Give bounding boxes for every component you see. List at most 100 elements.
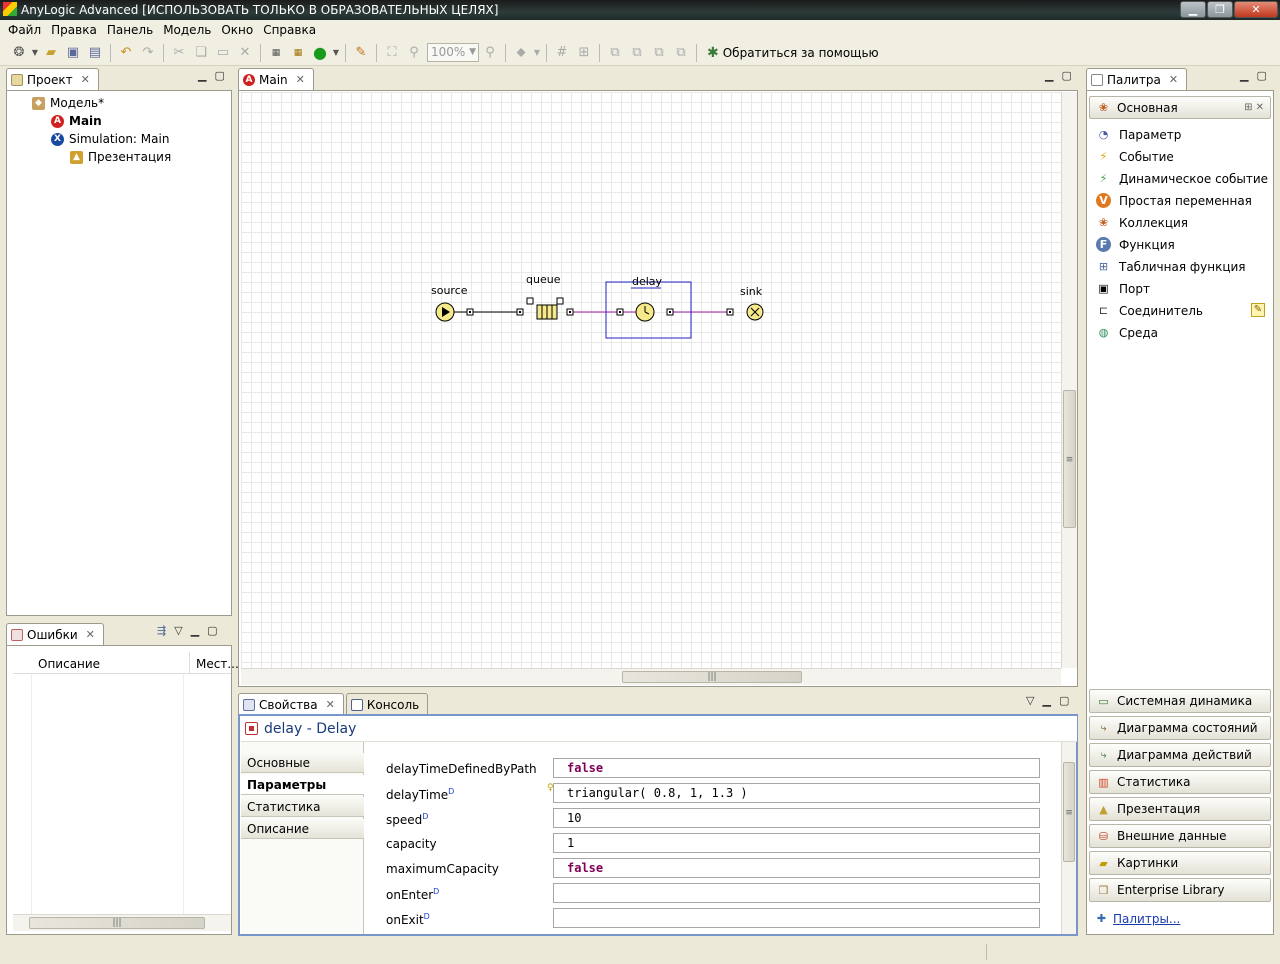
menu-model[interactable]: Модель bbox=[159, 23, 217, 37]
tree-item-presentation[interactable]: ▲ Презентация bbox=[70, 150, 171, 164]
filter-icon[interactable]: ⇶ bbox=[157, 624, 166, 637]
palette-section-presentation[interactable]: ▲ Презентация bbox=[1089, 797, 1271, 821]
palette-item-event[interactable]: ⚡ Событие bbox=[1096, 149, 1174, 164]
palette-section-main[interactable]: ❀ Основная ⊞ ✕ bbox=[1089, 96, 1271, 119]
cut-icon[interactable]: ✂ bbox=[168, 42, 190, 64]
arrange-front-icon[interactable]: ⧉ bbox=[604, 42, 626, 64]
delay-label[interactable]: delay bbox=[632, 275, 662, 288]
tree-item-main[interactable]: A Main bbox=[51, 114, 102, 128]
source-label[interactable]: source bbox=[431, 284, 468, 297]
save-icon[interactable]: ▣ bbox=[62, 42, 84, 64]
palette-section-statechart[interactable]: ⤷ Диаграмма состояний bbox=[1089, 716, 1271, 740]
errors-hscrollbar[interactable]: ||| bbox=[13, 914, 231, 931]
maximize-view-icon[interactable]: ▢ bbox=[1059, 694, 1069, 707]
save-all-icon[interactable]: ▤ bbox=[84, 42, 106, 64]
palette-item-function[interactable]: F Функция bbox=[1096, 237, 1175, 252]
palettes-link[interactable]: ✚ Палитры... bbox=[1094, 911, 1180, 926]
menu-edit[interactable]: Правка bbox=[47, 23, 103, 37]
grid-icon[interactable]: # bbox=[551, 42, 573, 64]
edit-mode-icon[interactable]: ✎ bbox=[1251, 303, 1265, 317]
prop-field-speed[interactable]: 10 bbox=[553, 808, 1040, 828]
minimize-view-icon[interactable]: ▁ bbox=[1240, 69, 1248, 82]
prop-field-onEnter[interactable] bbox=[553, 883, 1040, 903]
diagram-canvas[interactable]: source queue delay sink bbox=[241, 92, 1061, 668]
tab-project[interactable]: Проект ✕ bbox=[6, 68, 99, 90]
pin-dropdown-icon[interactable]: ▼ bbox=[532, 42, 542, 64]
sink-label[interactable]: sink bbox=[740, 285, 762, 298]
palette-item-collection[interactable]: ❀ Коллекция bbox=[1096, 215, 1188, 230]
debug-icon[interactable]: ✎ bbox=[350, 42, 372, 64]
run-dropdown-icon[interactable]: ▼ bbox=[331, 42, 341, 64]
tab-properties[interactable]: Свойства ✕ bbox=[238, 693, 344, 715]
close-icon[interactable]: ✕ bbox=[81, 73, 90, 86]
zoom-select[interactable]: 100% ▼ bbox=[427, 43, 479, 62]
maximize-view-icon[interactable]: ▢ bbox=[1256, 69, 1266, 82]
palette-item-parameter[interactable]: ◔ Параметр bbox=[1096, 127, 1182, 142]
palette-section-action-chart[interactable]: ⤷ Диаграмма действий bbox=[1089, 743, 1271, 767]
prop-field-onExit[interactable] bbox=[553, 908, 1040, 928]
maximize-view-icon[interactable]: ▢ bbox=[1061, 69, 1071, 82]
tree-item-simulation[interactable]: X Simulation: Main bbox=[51, 132, 169, 146]
palette-item-table-function[interactable]: ⊞ Табличная функция bbox=[1096, 259, 1246, 274]
tab-console[interactable]: Консоль bbox=[345, 693, 429, 715]
palette-section-external-data[interactable]: ⛁ Внешние данные bbox=[1089, 824, 1271, 848]
minimize-view-icon[interactable]: ▁ bbox=[191, 624, 199, 637]
tab-main[interactable]: A Main ✕ bbox=[238, 68, 314, 90]
close-icon[interactable]: ✕ bbox=[1169, 73, 1178, 86]
menu-window[interactable]: Окно bbox=[217, 23, 259, 37]
view-menu-icon[interactable]: ▽ bbox=[174, 624, 182, 637]
prop-field-capacity[interactable]: 1 bbox=[553, 833, 1040, 853]
snap-icon[interactable]: ⊞ bbox=[573, 42, 595, 64]
menu-file[interactable]: Файл bbox=[4, 23, 47, 37]
palette-item-dynamic-event[interactable]: ⚡ Динамическое событие bbox=[1096, 171, 1268, 186]
editor-vscrollbar[interactable]: ≡ bbox=[1061, 92, 1077, 668]
tree-item-model[interactable]: ◆ Модель* bbox=[32, 96, 104, 110]
palette-item-environment[interactable]: ◍ Среда bbox=[1096, 325, 1158, 340]
new-model-icon[interactable]: ❂ bbox=[8, 42, 30, 64]
menu-help[interactable]: Справка bbox=[259, 23, 322, 37]
minimize-button[interactable]: ▁ bbox=[1180, 1, 1206, 18]
palette-item-port[interactable]: ▣ Порт bbox=[1096, 281, 1150, 296]
delete-icon[interactable]: ✕ bbox=[234, 42, 256, 64]
redo-icon[interactable]: ↷ bbox=[137, 42, 159, 64]
palette-item-connector[interactable]: ⊏ Соединитель bbox=[1096, 303, 1203, 318]
maximize-view-icon[interactable]: ▢ bbox=[214, 69, 224, 82]
prop-field-delayTime[interactable]: triangular( 0.8, 1, 1.3 ) bbox=[553, 783, 1040, 803]
view-menu-icon[interactable]: ▽ bbox=[1026, 694, 1034, 707]
close-icon[interactable]: ✕ bbox=[86, 628, 95, 641]
nav-statistics[interactable]: Статистика bbox=[241, 797, 364, 817]
group-icon[interactable]: ⧉ bbox=[648, 42, 670, 64]
undo-icon[interactable]: ↶ bbox=[115, 42, 137, 64]
tab-errors[interactable]: Ошибки ✕ bbox=[6, 623, 104, 645]
build-icon[interactable]: ▦ bbox=[265, 42, 287, 64]
menu-panel[interactable]: Панель bbox=[103, 23, 159, 37]
section-view-icon[interactable]: ⊞ ✕ bbox=[1244, 102, 1264, 113]
close-icon[interactable]: ✕ bbox=[296, 73, 305, 86]
ungroup-icon[interactable]: ⧉ bbox=[670, 42, 692, 64]
scroll-thumb[interactable]: ||| bbox=[622, 671, 802, 683]
scroll-thumb[interactable]: ≡ bbox=[1063, 390, 1076, 528]
open-icon[interactable]: ▰ bbox=[40, 42, 62, 64]
new-dropdown-icon[interactable]: ▼ bbox=[30, 42, 40, 64]
minimize-view-icon[interactable]: ▁ bbox=[198, 69, 206, 82]
build-all-icon[interactable]: ▦ bbox=[287, 42, 309, 64]
scroll-thumb[interactable]: ||| bbox=[29, 917, 205, 929]
prop-field-delayTimeDefinedByPath[interactable]: false bbox=[553, 758, 1040, 778]
help-button[interactable]: ✱ Обратиться за помощью bbox=[707, 45, 879, 61]
scroll-thumb[interactable]: ≡ bbox=[1063, 762, 1075, 862]
minimize-view-icon[interactable]: ▁ bbox=[1045, 69, 1053, 82]
zoom-out-icon[interactable]: ⚲ bbox=[403, 42, 425, 64]
paste-icon[interactable]: ▭ bbox=[212, 42, 234, 64]
nav-general[interactable]: Основные bbox=[241, 753, 364, 773]
run-icon[interactable]: ● bbox=[309, 42, 331, 64]
palette-section-pictures[interactable]: ▰ Картинки bbox=[1089, 851, 1271, 875]
palette-section-system-dynamics[interactable]: ▭ Системная динамика bbox=[1089, 689, 1271, 713]
column-location[interactable]: Мест... bbox=[196, 657, 239, 671]
maximize-button[interactable]: ❐ bbox=[1207, 1, 1233, 18]
palette-section-statistics[interactable]: ▥ Статистика bbox=[1089, 770, 1271, 794]
close-button[interactable]: ✕ bbox=[1234, 1, 1278, 18]
nav-description[interactable]: Описание bbox=[241, 819, 364, 839]
tab-palette[interactable]: Палитра ✕ bbox=[1086, 68, 1188, 90]
zoom-in-icon[interactable]: ⚲ bbox=[479, 42, 501, 64]
palette-section-enterprise-library[interactable]: ❒ Enterprise Library bbox=[1089, 878, 1271, 902]
